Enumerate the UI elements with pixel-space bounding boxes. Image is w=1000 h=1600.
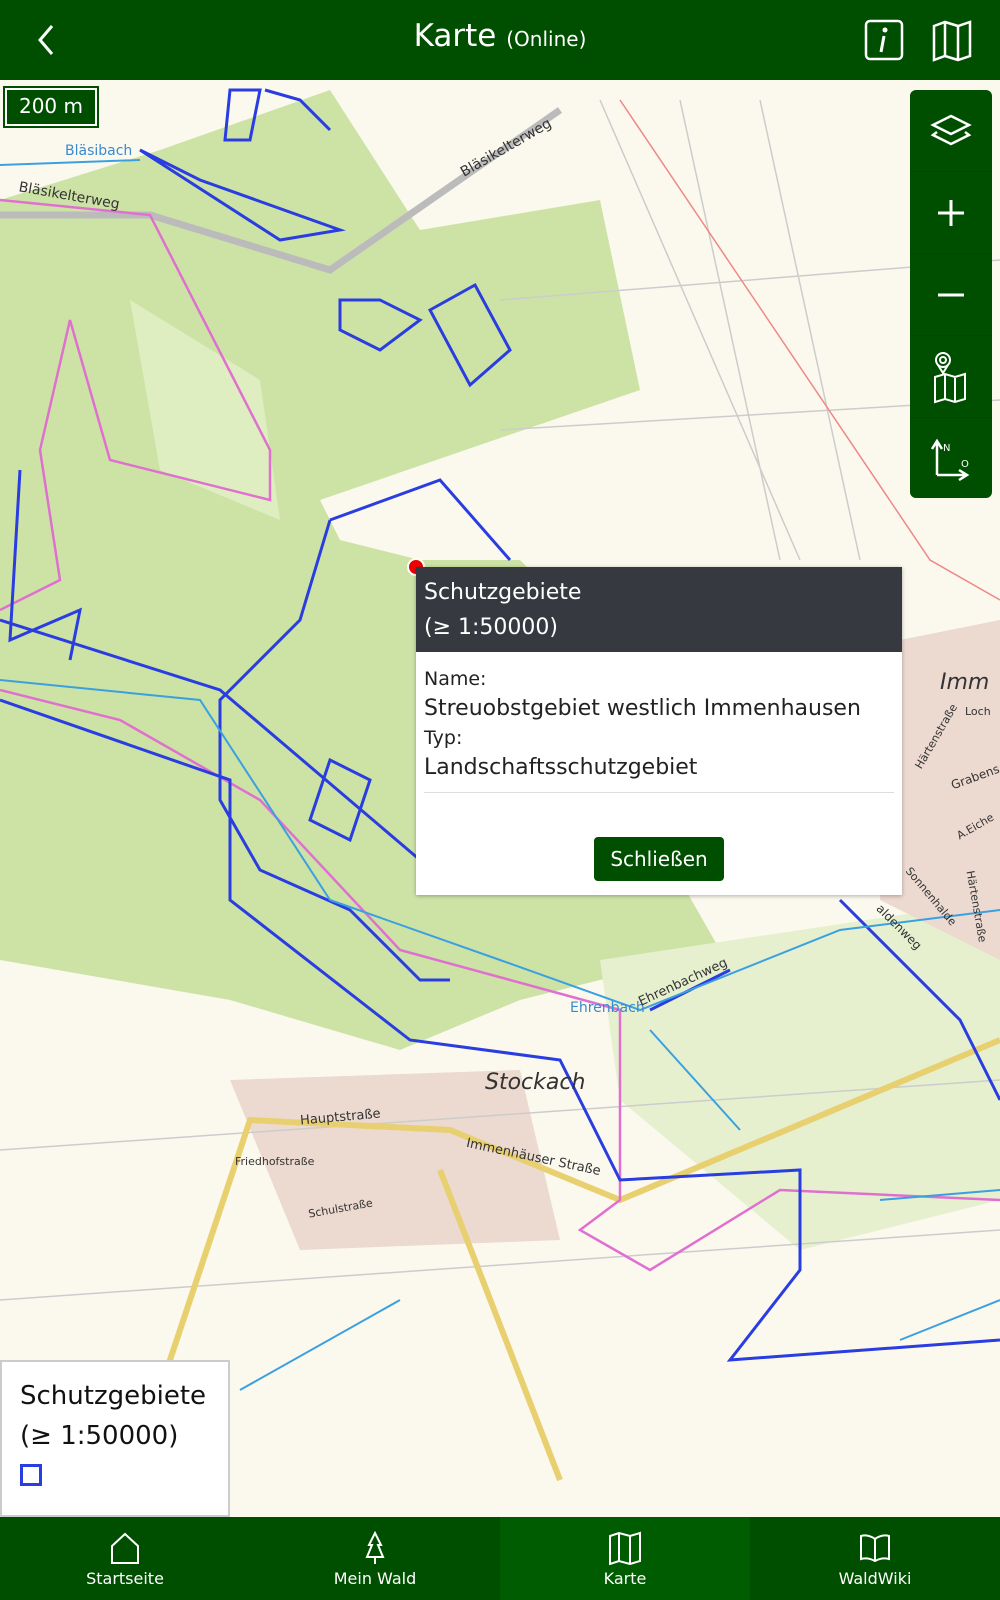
name-label: Name:: [424, 668, 487, 690]
nav-label: Mein Wald: [333, 1569, 417, 1588]
nav-label: Karte: [603, 1569, 647, 1588]
popup-header: Schutzgebiete (≥ 1:50000): [416, 567, 902, 652]
type-label: Typ:: [424, 727, 463, 749]
svg-text:O: O: [961, 459, 969, 470]
popup-title: Schutzgebiete: [424, 580, 582, 605]
type-value: Landschaftsschutzgebiet: [424, 755, 698, 780]
layers-button[interactable]: [910, 90, 992, 172]
map-label: Loch: [965, 705, 991, 718]
nav-label: Startseite: [86, 1569, 164, 1588]
nav-label: WaldWiki: [838, 1569, 912, 1588]
feature-popup: Schutzgebiete (≥ 1:50000) Name: Streuobst…: [416, 567, 902, 895]
book-icon: [860, 1534, 890, 1563]
map-label: Bläsibach: [65, 143, 133, 159]
layers-icon: [930, 114, 972, 145]
top-bar: Karte (Online): [0, 0, 1000, 80]
divider: [424, 792, 894, 793]
compass-north-icon: NO: [930, 438, 970, 481]
legend-title: Schutzgebiete: [20, 1381, 207, 1411]
zoom-in-button[interactable]: [910, 172, 992, 254]
nav-mein-wald[interactable]: Mein Wald: [250, 1517, 500, 1600]
zoom-out-button[interactable]: [910, 254, 992, 336]
map-pin-icon: [934, 351, 966, 403]
name-value: Streuobstgebiet westlich Immenhausen: [424, 696, 861, 721]
page-title: Karte (Online): [413, 18, 587, 54]
info-icon[interactable]: [862, 18, 906, 62]
svg-text:N: N: [943, 443, 950, 454]
map-label: Ehrenbach: [570, 1000, 645, 1016]
map-label: Imm: [940, 670, 990, 695]
home-icon: [111, 1532, 139, 1564]
map-label: Friedhofstraße: [235, 1155, 315, 1168]
locate-map-button[interactable]: [910, 336, 992, 418]
nav-startseite[interactable]: Startseite: [0, 1517, 250, 1600]
nav-karte[interactable]: Karte: [500, 1517, 750, 1600]
popup-scale: (≥ 1:50000): [424, 615, 558, 640]
nav-waldwiki[interactable]: WaldWiki: [750, 1517, 1000, 1600]
map-label: Stockach: [485, 1070, 586, 1095]
map-icon: [609, 1531, 641, 1565]
north-button[interactable]: NO: [910, 418, 992, 500]
map-legend: Schutzgebiete (≥ 1:50000): [0, 1360, 230, 1517]
bottom-nav: Startseite Mein Wald Karte WaldWiki: [0, 1517, 1000, 1600]
map-controls: NO: [910, 90, 992, 498]
minus-icon: [938, 293, 964, 296]
close-button[interactable]: Schließen: [594, 837, 724, 881]
legend-swatch: [20, 1464, 42, 1486]
tree-icon: [365, 1531, 385, 1564]
map-icon[interactable]: [930, 18, 974, 62]
scale-bar: 200 m: [3, 86, 99, 128]
legend-scale: (≥ 1:50000): [20, 1421, 179, 1451]
plus-icon: [938, 199, 964, 226]
